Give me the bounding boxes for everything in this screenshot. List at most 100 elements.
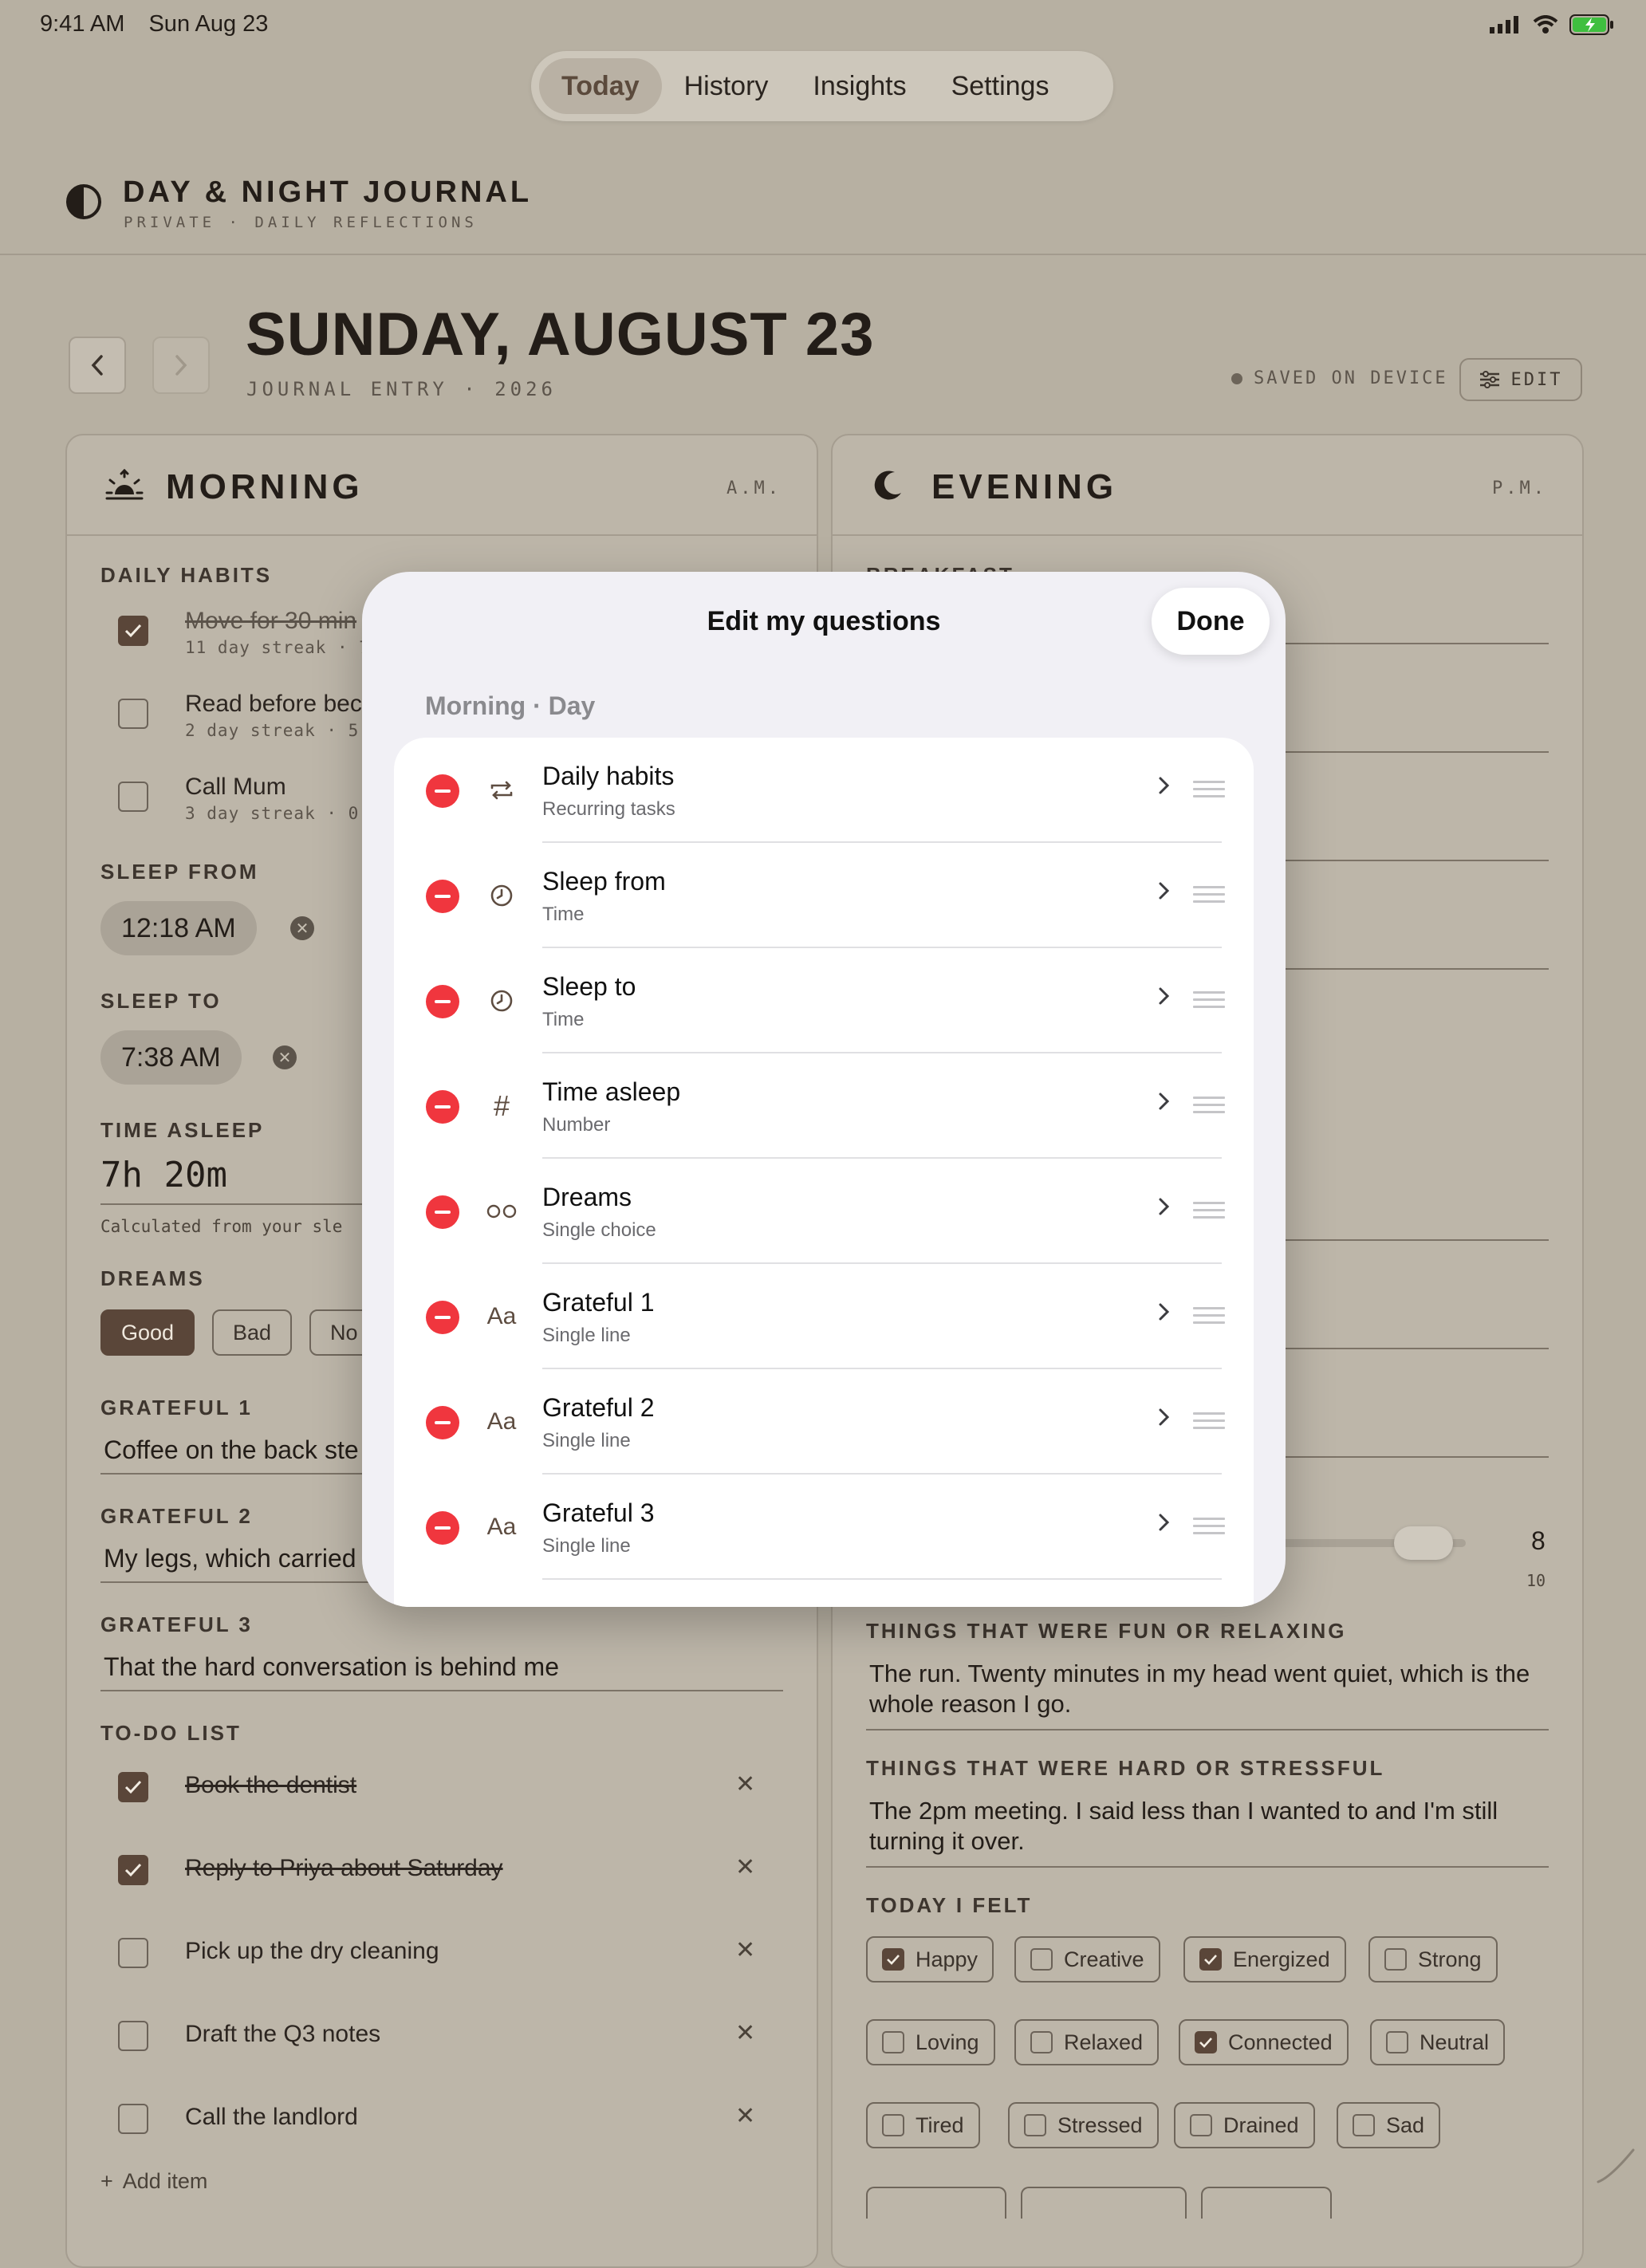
done-button[interactable]: Done [1152, 588, 1270, 655]
todo-checkbox[interactable] [118, 2021, 148, 2051]
evening-header: EVENING P.M. [833, 435, 1582, 536]
drag-handle-icon[interactable] [1193, 1518, 1225, 1539]
mood-chip[interactable]: Stressed [1008, 2102, 1159, 2148]
time-asleep-label: TIME ASLEEP [100, 1118, 265, 1142]
mood-chip[interactable] [1201, 2187, 1332, 2219]
todo-checkbox[interactable] [118, 1772, 148, 1802]
question-title: Grateful 2 [542, 1393, 655, 1422]
tab-insights[interactable]: Insights [790, 58, 928, 114]
dreams-label: DREAMS [100, 1266, 205, 1290]
system-icons [1490, 14, 1614, 35]
fun-field[interactable]: The run. Twenty minutes in my head went … [866, 1659, 1549, 1731]
checkbox-icon [882, 2031, 904, 2053]
next-day-button[interactable] [152, 337, 210, 394]
chevron-right-icon [1159, 777, 1170, 794]
drag-handle-icon[interactable] [1193, 886, 1225, 908]
mood-chip[interactable]: Neutral [1370, 2019, 1506, 2065]
question-row[interactable]: Dreams Single choice [394, 1159, 1254, 1264]
mood-label: Drained [1223, 2112, 1299, 2137]
rating-value: 8 [1531, 1526, 1546, 1555]
mood-label: Tired [916, 2112, 964, 2137]
delete-question-button[interactable] [426, 1511, 459, 1545]
mood-chip[interactable]: Happy [866, 1936, 994, 1983]
delete-question-button[interactable] [426, 1301, 459, 1334]
status-time: 9:41 AM [40, 11, 125, 37]
mood-chip[interactable]: Sad [1337, 2102, 1441, 2148]
delete-question-button[interactable] [426, 880, 459, 913]
mood-chip[interactable]: Loving [866, 2019, 995, 2065]
morning-header: MORNING A.M. [67, 435, 817, 536]
morning-ampm: A.M. [727, 478, 782, 498]
question-row[interactable]: Sleep from Time [394, 843, 1254, 948]
delete-question-button[interactable] [426, 1090, 459, 1124]
delete-todo-icon[interactable]: ✕ [735, 1936, 755, 1964]
time-asleep-note: Calculated from your sle [100, 1217, 343, 1236]
hard-field[interactable]: The 2pm meeting. I said less than I want… [866, 1796, 1549, 1868]
sleep-from-time[interactable]: 12:18 AM [100, 901, 257, 955]
mood-chip[interactable]: Connected [1179, 2019, 1349, 2065]
delete-question-button[interactable] [426, 1195, 459, 1229]
brand-subtitle: PRIVATE · DAILY REFLECTIONS [124, 214, 478, 231]
todo-checkbox[interactable] [118, 1855, 148, 1885]
edit-label: EDIT [1510, 369, 1563, 390]
drag-handle-icon[interactable] [1193, 781, 1225, 802]
habit-title: Read before bec [185, 691, 362, 717]
delete-question-button[interactable] [426, 1406, 459, 1439]
question-row[interactable]: Aa Grateful 1 Single line [394, 1264, 1254, 1369]
mood-chip[interactable] [866, 2187, 1006, 2219]
todo-checkbox[interactable] [118, 2104, 148, 2134]
delete-todo-icon[interactable]: ✕ [735, 1853, 755, 1881]
mood-chip[interactable]: Relaxed [1014, 2019, 1160, 2065]
mood-chip[interactable]: Creative [1014, 1936, 1160, 1983]
todo-text: Draft the Q3 notes [185, 2021, 381, 2047]
mood-chip[interactable]: Energized [1183, 1936, 1346, 1983]
drag-handle-icon[interactable] [1193, 1097, 1225, 1118]
edit-button[interactable]: EDIT [1459, 358, 1582, 401]
previous-day-button[interactable] [69, 337, 126, 394]
battery-charging-icon [1569, 14, 1613, 35]
habit-checkbox[interactable] [118, 616, 148, 646]
grateful-3-field[interactable]: That the hard conversation is behind me [100, 1652, 783, 1691]
tab-settings[interactable]: Settings [929, 58, 1072, 114]
dream-option[interactable]: Good [100, 1309, 195, 1356]
evening-ampm: P.M. [1492, 478, 1547, 498]
text-icon: Aa [486, 1303, 517, 1329]
drag-handle-icon[interactable] [1193, 991, 1225, 1013]
tab-history[interactable]: History [662, 58, 791, 114]
drag-handle-icon[interactable] [1193, 1202, 1225, 1223]
todo-text: Pick up the dry cleaning [185, 1938, 439, 1964]
hard-label: THINGS THAT WERE HARD OR STRESSFUL [866, 1756, 1385, 1780]
todo-checkbox[interactable] [118, 1938, 148, 1968]
add-item-button[interactable]: + Add item [100, 2169, 207, 2194]
drag-handle-icon[interactable] [1193, 1307, 1225, 1329]
sleep-from-label: SLEEP FROM [100, 860, 259, 884]
delete-todo-icon[interactable]: ✕ [735, 2102, 755, 2130]
clear-sleep-from-icon[interactable]: ✕ [290, 916, 314, 940]
tab-today[interactable]: Today [539, 58, 662, 114]
question-row[interactable]: Aa Grateful 2 Single line [394, 1369, 1254, 1475]
morning-title: MORNING [166, 467, 364, 506]
delete-todo-icon[interactable]: ✕ [735, 1770, 755, 1798]
sleep-to-time[interactable]: 7:38 AM [100, 1030, 242, 1085]
question-row[interactable]: Daily habits Recurring tasks [394, 738, 1254, 843]
mood-chip[interactable] [1021, 2187, 1187, 2219]
question-row[interactable]: Sleep to Time [394, 948, 1254, 1053]
mood-chip[interactable]: Strong [1368, 1936, 1498, 1983]
half-moon-logo-icon [66, 184, 101, 219]
mood-chip[interactable]: Drained [1174, 2102, 1315, 2148]
mood-chip[interactable]: Tired [866, 2102, 980, 2148]
habit-checkbox[interactable] [118, 782, 148, 812]
question-type: Single choice [542, 1219, 656, 1241]
delete-todo-icon[interactable]: ✕ [735, 2019, 755, 2047]
dream-option[interactable]: Bad [212, 1309, 293, 1356]
rating-slider-thumb[interactable] [1394, 1526, 1454, 1560]
todo-text: Call the landlord [185, 2104, 358, 2130]
clear-sleep-to-icon[interactable]: ✕ [273, 1045, 297, 1069]
habit-checkbox[interactable] [118, 699, 148, 729]
question-row[interactable]: # Time asleep Number [394, 1053, 1254, 1159]
question-row[interactable]: Aa Grateful 3 Single line [394, 1475, 1254, 1580]
delete-question-button[interactable] [426, 774, 459, 808]
delete-question-button[interactable] [426, 985, 459, 1018]
brand-title: DAY & NIGHT JOURNAL [123, 175, 533, 209]
drag-handle-icon[interactable] [1193, 1412, 1225, 1434]
